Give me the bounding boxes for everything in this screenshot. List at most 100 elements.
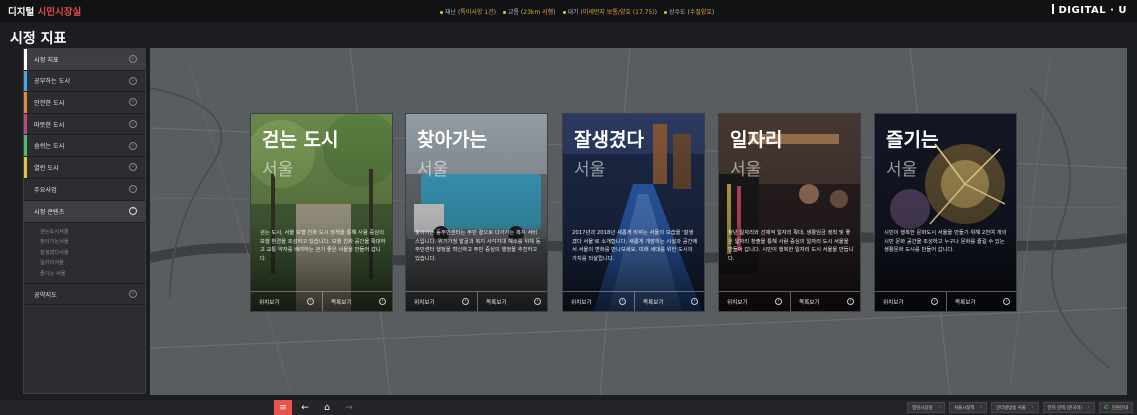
arrow-right-icon: › xyxy=(619,298,626,305)
logo-bar-icon xyxy=(1051,4,1054,14)
sidebar-item-major-projects[interactable]: 주요사업 › xyxy=(24,179,145,201)
card-description: 청년 일자리와 선제적 일자리 확대, 생활임금 정착 및 좋은 일자리 창출을… xyxy=(728,230,854,262)
submenu-item[interactable]: 걷는도시서울 xyxy=(40,227,145,238)
bottom-link[interactable]: 인터넷방송 서울 › xyxy=(991,402,1039,413)
status-strip: 재난 (특이사항 1건) 교통 (23km 서행) 대기 (미세먼지 보통/양호… xyxy=(440,0,714,22)
card-footer: 위치보기 › 목록보기 › xyxy=(251,291,392,312)
sidebar-item-label: 숨쉬는 도시 xyxy=(34,143,65,151)
card-description: 시민이 행복한 문화도시 서울을 만들기 위해 2천여 개의 시민 문화 공간을… xyxy=(884,230,1007,254)
chevron-icon: › xyxy=(129,185,137,194)
card-jobs-city[interactable]: 일자리 서울 청년 일자리와 선제적 일자리 확대, 생활임금 정착 및 좋은 … xyxy=(718,113,861,312)
arrow-right-icon: → xyxy=(345,402,353,413)
sidebar-item-label: 열린 도시 xyxy=(34,164,59,172)
arrow-right-icon: › xyxy=(307,298,314,305)
card-description: 걷는 도시, 서울 보행 친화 도시 정책을 통해 사람 중심의 보행 환경을 … xyxy=(260,230,386,262)
card-subtitle: 서울 xyxy=(262,160,294,180)
arrow-right-icon: › xyxy=(691,298,698,305)
location-button[interactable]: 위치보기 › xyxy=(719,292,790,312)
status-dot-icon xyxy=(502,10,506,14)
back-button[interactable]: ← xyxy=(296,400,314,415)
status-dot-icon xyxy=(562,10,566,14)
chevron-icon: › xyxy=(129,98,137,107)
arrow-right-icon: › xyxy=(847,298,854,305)
arrow-right-icon: › xyxy=(534,298,541,305)
status-water[interactable]: 상수도 (수질양호) xyxy=(664,7,714,16)
list-button[interactable]: 목록보기 › xyxy=(634,291,704,311)
card-subtitle: 서울 xyxy=(574,160,606,180)
submenu-item[interactable]: 찾아가는서울 xyxy=(40,237,145,248)
card-visiting-city[interactable]: 찾아가는 서울 찾아가는 동주민센터는 주민 곁으로 다가가는 복지 서비스입니… xyxy=(405,113,548,312)
forward-button[interactable]: → xyxy=(340,400,358,415)
sidebar-item-open-city[interactable]: 열린 도시 › xyxy=(24,156,145,179)
arrow-right-icon: › xyxy=(775,298,782,305)
card-footer: 위치보기 › 목록보기 › xyxy=(719,291,860,312)
location-button[interactable]: 위치보기 › xyxy=(875,292,946,312)
language-select[interactable]: 언어 선택 (한국어) › xyxy=(1042,402,1095,413)
location-button[interactable]: 위치보기 › xyxy=(251,292,322,312)
menu-button[interactable]: ≡ xyxy=(274,400,292,415)
digital-u-logo[interactable]: DIGITAL · U xyxy=(1051,0,1128,22)
hamburger-icon: ≡ xyxy=(279,402,287,413)
list-button[interactable]: 목록보기 › xyxy=(946,291,1016,311)
sidebar-item-breathing-city[interactable]: 숨쉬는 도시 › xyxy=(24,135,145,157)
list-button[interactable]: 목록보기 › xyxy=(477,291,547,311)
sidebar-item-pledge-map[interactable]: 공약지도 › xyxy=(24,283,145,306)
submenu-item[interactable]: 일자리서울 xyxy=(40,258,145,269)
sidebar: 시정 지표 › 공부하는 도시 › 안전한 도시 › 따뜻한 도시 › 숨쉬는 … xyxy=(23,48,146,394)
arrow-right-icon: › xyxy=(379,298,386,305)
chevron-icon: › xyxy=(129,141,137,150)
color-tick xyxy=(24,135,27,156)
civil-service-link[interactable]: ✆ 민원안내 xyxy=(1098,402,1133,413)
sidebar-item-city-contents[interactable]: 시정 콘텐츠 ˅ xyxy=(24,200,145,223)
bottom-link[interactable]: 서울시정책 › xyxy=(949,402,988,413)
sidebar-item-warm-city[interactable]: 따뜻한 도시 › xyxy=(24,113,145,136)
chevron-down-icon: ˅ xyxy=(129,207,137,216)
card-description: 찾아가는 동주민센터는 주민 곁으로 다가가는 복지 서비스입니다. 위기가정 … xyxy=(415,230,541,262)
color-tick xyxy=(24,156,27,178)
sidebar-item-label: 시정 지표 xyxy=(34,56,59,64)
home-button[interactable]: ⌂ xyxy=(318,400,336,415)
list-button[interactable]: 목록보기 › xyxy=(790,291,860,311)
status-air[interactable]: 대기 (미세먼지 보통/양호 (17.75)) xyxy=(562,7,657,16)
brand-title[interactable]: 디지털 시민시장실 xyxy=(8,4,81,18)
card-enjoying-city[interactable]: 즐기는 서울 시민이 행복한 문화도시 서울을 만들기 위해 2천여 개의 시민… xyxy=(874,113,1017,312)
status-disaster[interactable]: 재난 (특이사항 1건) xyxy=(440,7,496,16)
card-footer: 위치보기 › 목록보기 › xyxy=(563,291,704,312)
sidebar-item-safe-city[interactable]: 안전한 도시 › xyxy=(24,92,145,114)
chevron-icon: › xyxy=(129,120,137,129)
sidebar-item-city-indicators[interactable]: 시정 지표 › xyxy=(24,49,145,71)
card-title: 일자리 xyxy=(730,129,783,151)
sidebar-item-label: 시정 콘텐츠 xyxy=(34,208,65,216)
chevron-icon: › xyxy=(129,76,137,85)
sidebar-submenu: 걷는도시서울 찾아가는서울 잘생겼다서울 일자리서울 즐기는 서울 xyxy=(24,223,145,284)
list-button[interactable]: 목록보기 › xyxy=(322,291,392,311)
phone-icon: ✆ xyxy=(1103,404,1109,411)
brand-accent: 시민시장실 xyxy=(37,7,82,18)
bottom-link[interactable]: 열린시장실 › xyxy=(907,402,946,413)
card-title: 걷는 도시 xyxy=(262,129,339,151)
submenu-item[interactable]: 잘생겼다서울 xyxy=(40,248,145,259)
sidebar-item-label: 공부하는 도시 xyxy=(34,78,71,86)
location-button[interactable]: 위치보기 › xyxy=(406,292,477,312)
sidebar-item-label: 공약지도 xyxy=(34,291,57,299)
card-title: 잘생겼다 xyxy=(574,129,644,151)
chevron-icon: › xyxy=(129,290,137,299)
arrow-right-icon: › xyxy=(462,298,469,305)
chevron-right-icon: › xyxy=(980,405,983,410)
color-tick xyxy=(24,92,27,113)
chevron-right-icon: › xyxy=(1031,405,1034,410)
arrow-right-icon: › xyxy=(931,298,938,305)
status-traffic[interactable]: 교통 (23km 서행) xyxy=(502,7,556,16)
home-icon: ⌂ xyxy=(324,402,330,413)
card-walking-city[interactable]: 걷는 도시 서울 걷는 도시, 서울 보행 친화 도시 정책을 통해 사람 중심… xyxy=(250,113,393,312)
card-footer: 위치보기 › 목록보기 › xyxy=(406,291,547,312)
sidebar-item-learning-city[interactable]: 공부하는 도시 › xyxy=(24,70,145,93)
card-title: 즐기는 xyxy=(886,129,939,151)
chevron-right-icon: › xyxy=(1088,405,1090,410)
status-dot-icon xyxy=(440,10,443,14)
card-handsome-city[interactable]: 잘생겼다 서울 2017년과 2018년 새롭게 바뀌는 서울의 모습을 '잘생… xyxy=(562,113,705,312)
arrow-left-icon: ← xyxy=(301,402,309,413)
submenu-item[interactable]: 즐기는 서울 xyxy=(40,269,145,280)
location-button[interactable]: 위치보기 › xyxy=(563,292,634,312)
sidebar-item-label: 안전한 도시 xyxy=(34,99,65,107)
